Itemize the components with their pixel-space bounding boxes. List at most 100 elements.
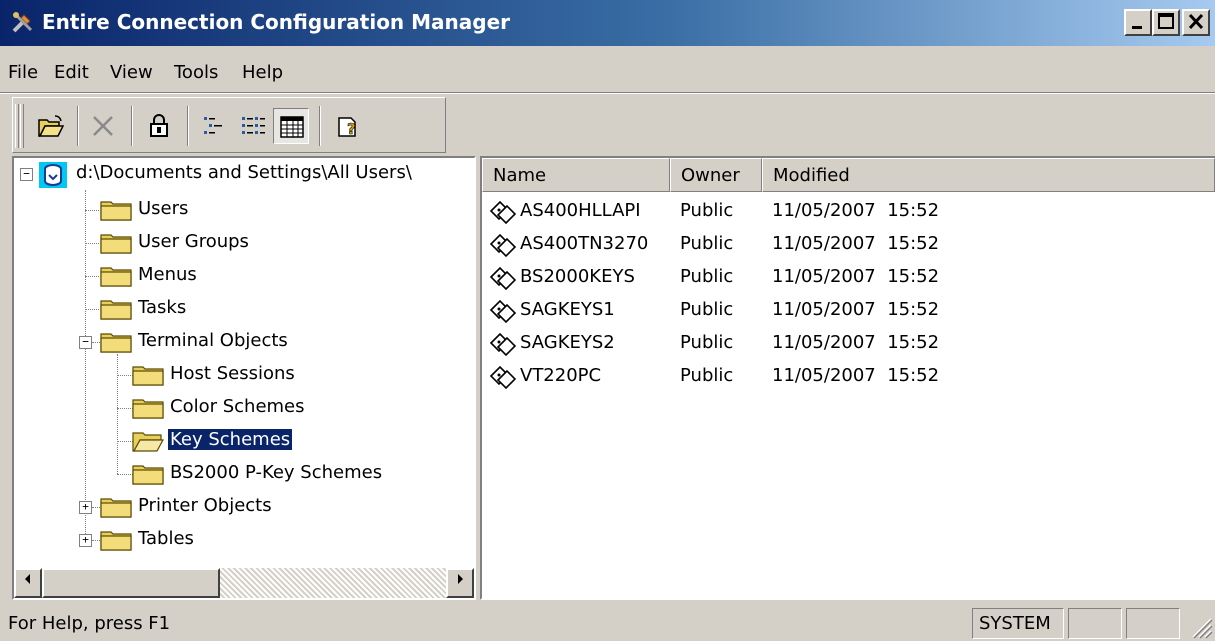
key-scheme-icon — [489, 200, 517, 225]
list-pane[interactable]: Name Owner Modified AS400HLLAPI Public 1… — [480, 156, 1215, 600]
scroll-track[interactable] — [220, 568, 446, 598]
expand-icon[interactable]: + — [79, 534, 92, 547]
tree-item-menus[interactable]: Menus — [14, 260, 474, 293]
cell-owner: Public — [680, 332, 734, 353]
details-view-button[interactable] — [273, 108, 309, 144]
menu-view[interactable]: View — [110, 62, 153, 83]
open-folder-icon — [132, 432, 164, 452]
cell-name: AS400HLLAPI — [520, 200, 641, 221]
list-row[interactable]: BS2000KEYS Public 11/05/2007 15:52 — [482, 260, 1215, 294]
tools-icon — [12, 12, 33, 33]
database-icon — [39, 162, 67, 188]
toolbar-grip[interactable] — [15, 104, 19, 148]
tree-item-host-sessions[interactable]: Host Sessions — [14, 359, 474, 392]
minimize-icon — [1132, 26, 1142, 29]
cell-modified: 11/05/2007 15:52 — [772, 365, 940, 386]
window-title: Entire Connection Configuration Manager — [42, 10, 511, 34]
column-header-owner[interactable]: Owner — [670, 158, 762, 192]
column-header-modified[interactable]: Modified — [762, 158, 1215, 192]
cell-modified: 11/05/2007 15:52 — [772, 200, 940, 221]
column-header-name[interactable]: Name — [482, 158, 670, 192]
horizontal-scrollbar[interactable] — [14, 568, 474, 598]
list-row[interactable]: VT220PC Public 11/05/2007 15:52 — [482, 359, 1215, 393]
tree-item-label: Terminal Objects — [138, 330, 288, 351]
cell-owner: Public — [680, 233, 734, 254]
expand-icon[interactable]: + — [79, 501, 92, 514]
key-scheme-icon — [489, 266, 517, 291]
list-view-icon — [204, 117, 222, 134]
toolbar-separator — [319, 106, 321, 146]
tree-item-bs2000-pkey-schemes[interactable]: BS2000 P-Key Schemes — [14, 458, 474, 491]
tree-item-label-selected: Key Schemes — [166, 428, 294, 451]
maximize-icon — [1158, 13, 1174, 29]
open-folder-button[interactable] — [33, 108, 69, 144]
list-row[interactable]: AS400HLLAPI Public 11/05/2007 15:52 — [482, 194, 1215, 228]
key-scheme-icon — [489, 233, 517, 258]
tree-item-users[interactable]: Users — [14, 194, 474, 227]
svg-text:?: ? — [347, 120, 356, 138]
tree-item-terminal-objects[interactable]: − Terminal Objects — [14, 326, 474, 359]
tree-item-printer-objects[interactable]: + Printer Objects — [14, 491, 474, 524]
help-icon: ? — [338, 117, 356, 138]
arrow-right-icon — [458, 574, 463, 584]
list-row[interactable]: SAGKEYS2 Public 11/05/2007 15:52 — [482, 326, 1215, 360]
menu-tools[interactable]: Tools — [174, 62, 218, 83]
toolbar-separator — [187, 106, 189, 146]
delete-x-icon — [93, 116, 113, 136]
close-button[interactable] — [1182, 9, 1210, 36]
tree-item-color-schemes[interactable]: Color Schemes — [14, 392, 474, 425]
list-row[interactable]: SAGKEYS1 Public 11/05/2007 15:52 — [482, 293, 1215, 327]
folder-icon — [100, 531, 132, 551]
menu-file[interactable]: File — [8, 62, 38, 83]
toolbar-separator — [131, 106, 133, 146]
cell-modified: 11/05/2007 15:52 — [772, 299, 940, 320]
tree-view-icon — [242, 117, 265, 134]
toolbar-separator — [77, 106, 79, 146]
tree-item-label: Host Sessions — [170, 363, 295, 384]
key-scheme-icon — [489, 332, 517, 357]
tree-view-button[interactable] — [235, 108, 271, 144]
toolbar-divider — [0, 92, 1215, 94]
tree-pane[interactable]: − d:\Documents and Settings\All Users\ U… — [12, 156, 476, 600]
list-row[interactable]: AS400TN3270 Public 11/05/2007 15:52 — [482, 227, 1215, 261]
menu-bar: File Edit View Tools Help — [0, 56, 1215, 92]
status-user-panel: SYSTEM — [972, 608, 1064, 639]
cell-owner: Public — [680, 365, 734, 386]
cell-name: BS2000KEYS — [520, 266, 635, 287]
cell-modified: 11/05/2007 15:52 — [772, 266, 940, 287]
minimize-button[interactable] — [1124, 9, 1152, 36]
cell-modified: 11/05/2007 15:52 — [772, 332, 940, 353]
folder-icon — [100, 234, 132, 254]
tree-item-tables[interactable]: + Tables — [14, 524, 474, 557]
tree-item-label: BS2000 P-Key Schemes — [170, 462, 383, 483]
cell-modified: 11/05/2007 15:52 — [772, 233, 940, 254]
collapse-icon[interactable]: − — [20, 168, 33, 181]
status-help-text: For Help, press F1 — [8, 613, 171, 634]
tree-item-key-schemes[interactable]: Key Schemes — [14, 425, 474, 458]
help-button[interactable]: ? — [331, 108, 367, 144]
resize-grip-icon[interactable] — [1189, 615, 1213, 639]
title-bar[interactable]: Entire Connection Configuration Manager — [0, 0, 1215, 46]
tree-item-label: Tables — [138, 528, 194, 549]
status-bar: For Help, press F1 SYSTEM — [0, 604, 1215, 641]
collapse-icon[interactable]: − — [79, 336, 92, 349]
toolbar-grip-2[interactable] — [20, 104, 24, 148]
status-panel-3 — [1126, 608, 1180, 639]
list-header: Name Owner Modified — [482, 158, 1215, 192]
tree-item-label: Tasks — [138, 297, 187, 318]
menu-help[interactable]: Help — [242, 62, 283, 83]
tree-root[interactable]: − d:\Documents and Settings\All Users\ — [14, 158, 474, 191]
tree-item-label: Users — [138, 198, 189, 219]
tree-item-tasks[interactable]: Tasks — [14, 293, 474, 326]
list-view-button[interactable] — [197, 108, 233, 144]
maximize-button[interactable] — [1152, 9, 1180, 36]
scroll-left-button[interactable] — [14, 568, 42, 598]
tree-item-label: Printer Objects — [138, 495, 272, 516]
menu-edit[interactable]: Edit — [54, 62, 89, 83]
scroll-right-button[interactable] — [446, 568, 474, 598]
tree-item-user-groups[interactable]: User Groups — [14, 227, 474, 260]
delete-button[interactable] — [85, 108, 121, 144]
lock-button[interactable] — [141, 108, 177, 144]
cell-name: SAGKEYS1 — [520, 299, 615, 320]
scroll-thumb[interactable] — [42, 568, 220, 598]
